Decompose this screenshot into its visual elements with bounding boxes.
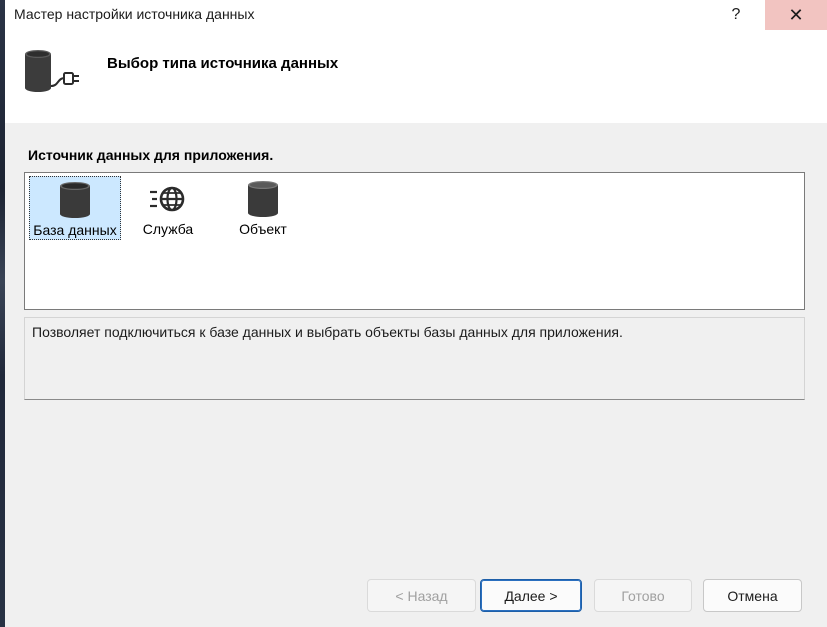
data-source-label: Объект [239, 221, 287, 237]
back-button[interactable]: < Назад [367, 579, 476, 612]
finish-button[interactable]: Готово [594, 579, 692, 612]
cancel-button[interactable]: Отмена [703, 579, 802, 612]
data-source-label: База данных [33, 222, 117, 238]
data-source-wizard-dialog: Мастер настройки источника данных ? ✕ Вы… [5, 0, 827, 627]
database-plug-icon [25, 50, 79, 92]
help-button[interactable]: ? [707, 0, 765, 30]
description-panel: Позволяет подключиться к базе данных и в… [24, 317, 805, 400]
database-icon [60, 182, 90, 218]
object-cylinder-icon [248, 181, 278, 217]
data-source-label: Служба [142, 221, 194, 237]
data-source-list[interactable]: База данных Служба Объект [24, 172, 805, 310]
data-source-item-object[interactable]: Объект [225, 176, 301, 240]
window-title: Мастер настройки источника данных [14, 6, 255, 22]
title-bar: Мастер настройки источника данных ? ✕ [5, 0, 827, 30]
close-button[interactable]: ✕ [765, 0, 827, 30]
section-label: Источник данных для приложения. [28, 147, 274, 163]
data-source-item-service[interactable]: Служба [130, 176, 206, 240]
data-source-item-database[interactable]: База данных [29, 176, 121, 240]
next-button[interactable]: Далее > [480, 579, 582, 612]
description-text: Позволяет подключиться к базе данных и в… [32, 324, 623, 340]
wizard-header: Выбор типа источника данных [5, 30, 827, 123]
service-globe-icon [150, 186, 185, 212]
page-title: Выбор типа источника данных [107, 55, 339, 72]
